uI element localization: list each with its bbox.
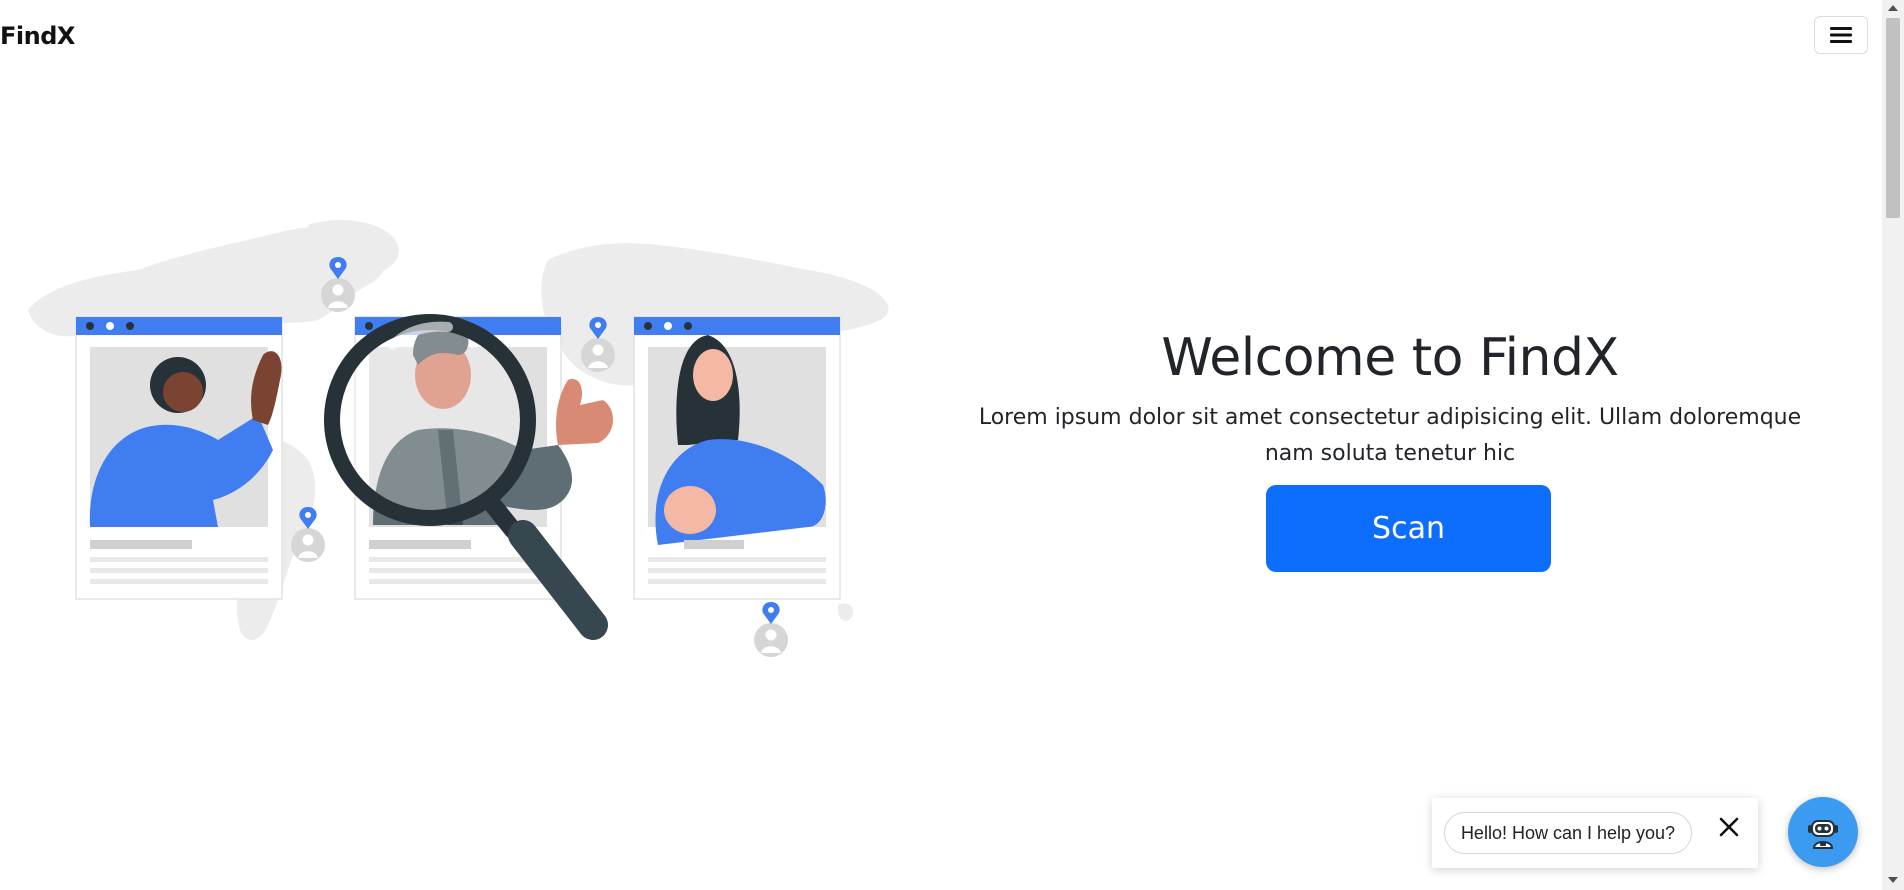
navbar-toggler-button[interactable]: [1814, 16, 1868, 54]
close-icon: [1719, 817, 1739, 837]
page-title: Welcome to FindX: [1161, 328, 1619, 388]
chat-close-button[interactable]: [1714, 812, 1744, 842]
chatbot-launcher-button[interactable]: [1788, 797, 1858, 867]
location-pin-4: [754, 602, 788, 657]
chatbot-robot-icon: [1808, 820, 1838, 849]
chat-greeting-popup: Hello! How can I help you?: [1432, 798, 1758, 868]
profile-card-1: [75, 316, 283, 600]
hero-description: Lorem ipsum dolor sit amet consectetur a…: [978, 405, 1802, 466]
scroll-down-arrow-icon[interactable]: [1888, 877, 1898, 883]
scrollbar-thumb[interactable]: [1886, 18, 1900, 218]
scroll-up-arrow-icon[interactable]: [1888, 5, 1898, 11]
navbar: FindX: [0, 0, 1882, 72]
brand-logo[interactable]: FindX: [0, 22, 75, 50]
hamburger-menu-icon: [1830, 27, 1852, 43]
people-search-illustration: [28, 220, 889, 657]
vertical-scrollbar[interactable]: [1882, 0, 1904, 890]
scan-button[interactable]: Scan: [1266, 485, 1551, 572]
chat-greeting-message[interactable]: Hello! How can I help you?: [1444, 812, 1692, 854]
profile-card-3: [633, 316, 841, 600]
hero-text-block: Welcome to FindX Lorem ipsum dolor sit a…: [960, 330, 1820, 472]
